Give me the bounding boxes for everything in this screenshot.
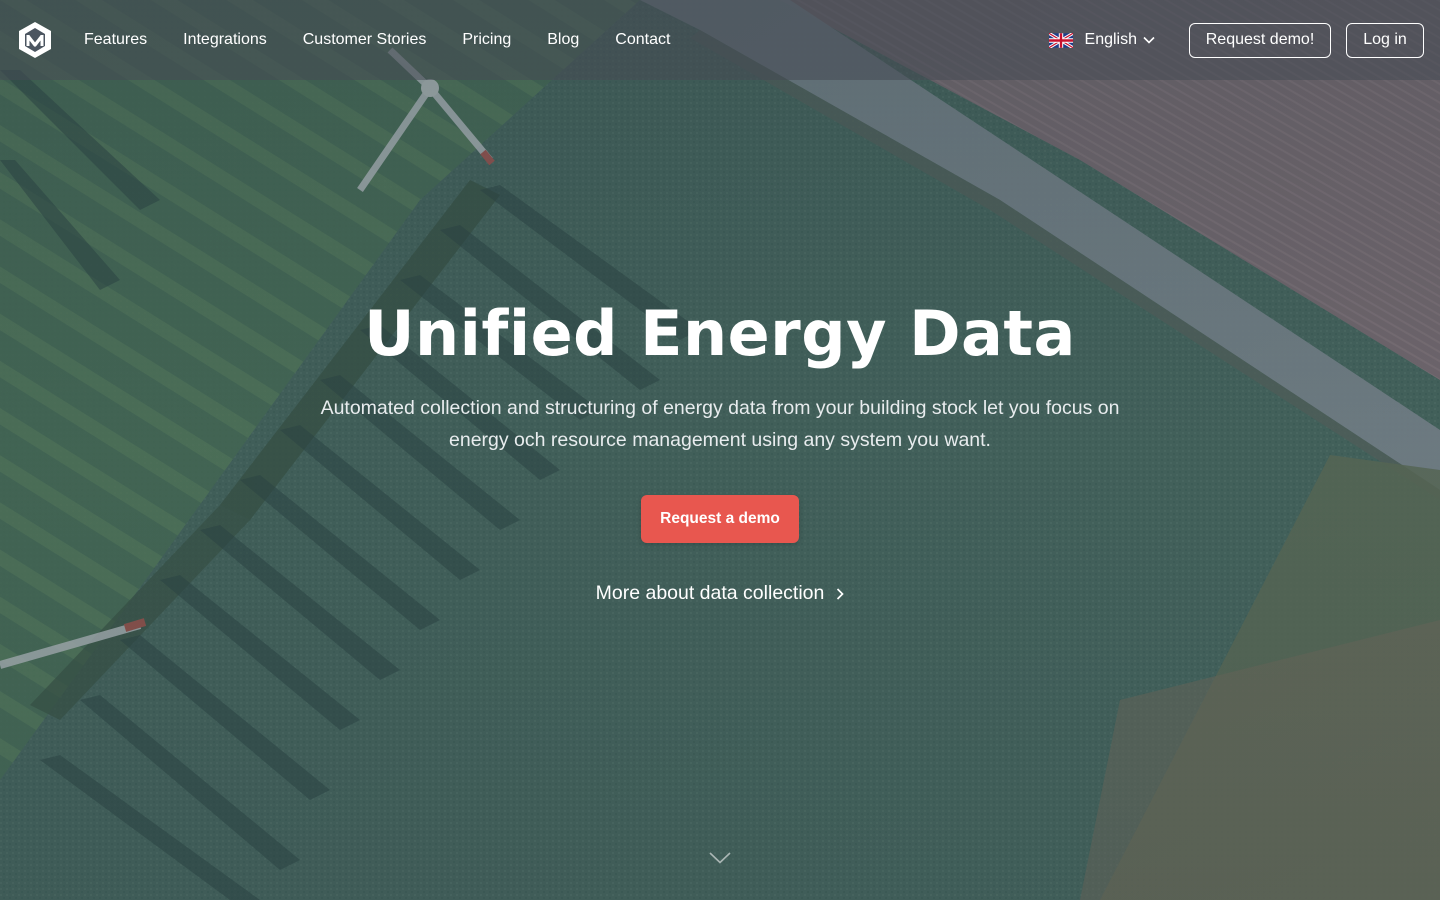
nav-link-blog[interactable]: Blog <box>547 31 579 49</box>
more-about-data-collection-link[interactable]: More about data collection <box>0 582 1440 605</box>
nav-links: Features Integrations Customer Stories P… <box>84 31 706 49</box>
logo-icon[interactable] <box>18 21 52 59</box>
nav-link-pricing[interactable]: Pricing <box>462 31 511 49</box>
hero-section: Features Integrations Customer Stories P… <box>0 0 1440 900</box>
login-button[interactable]: Log in <box>1346 22 1424 58</box>
hero-subtitle: Automated collection and structuring of … <box>320 397 1120 451</box>
nav-link-customer-stories[interactable]: Customer Stories <box>303 31 427 49</box>
nav-link-integrations[interactable]: Integrations <box>183 31 267 49</box>
more-link-label: More about data collection <box>595 582 825 604</box>
nav-link-features[interactable]: Features <box>84 31 147 49</box>
language-selector[interactable]: English <box>1048 31 1155 49</box>
nav-actions: English Request demo! Log in <box>1048 22 1424 58</box>
chevron-right-icon <box>837 587 845 600</box>
uk-flag-icon <box>1048 32 1073 48</box>
scroll-down-chevron-icon[interactable] <box>709 852 731 864</box>
hero-title: Unified Energy Data <box>364 297 1076 370</box>
language-label: English <box>1084 31 1137 48</box>
request-a-demo-button[interactable]: Request a demo <box>641 495 799 543</box>
chevron-down-icon <box>1143 36 1155 44</box>
nav-link-contact[interactable]: Contact <box>615 31 670 49</box>
request-demo-button[interactable]: Request demo! <box>1189 22 1331 58</box>
top-navbar: Features Integrations Customer Stories P… <box>0 0 1440 80</box>
